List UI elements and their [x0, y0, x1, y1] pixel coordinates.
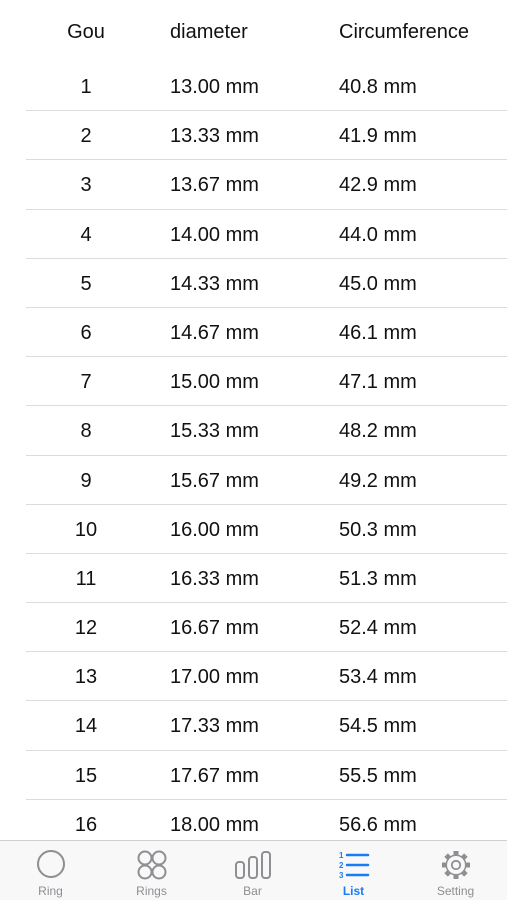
tab-rings[interactable]: Rings	[101, 841, 202, 901]
tab-label-setting: Setting	[436, 884, 475, 898]
table-row[interactable]: 1 13.00 mm 40.8 mm	[0, 62, 507, 112]
cell-circumference: 42.9 mm	[339, 174, 417, 197]
gear-icon	[440, 849, 472, 886]
tab-label-ring: Ring	[38, 884, 63, 898]
tab-list[interactable]: 1 2 3 List	[303, 841, 404, 901]
cell-diameter: 13.00 mm	[170, 76, 259, 98]
cell-gou: 6	[80, 321, 92, 344]
cell-gou: 4	[80, 223, 92, 246]
table-row[interactable]: 16 18.00 mm 56.6 mm	[0, 800, 507, 840]
cell-circumference: 45.0 mm	[339, 272, 417, 295]
cell-circumference: 53.4 mm	[339, 666, 417, 689]
table-row[interactable]: 12 16.67 mm 52.4 mm	[0, 603, 507, 653]
cell-diameter: 15.00 mm	[170, 371, 259, 394]
cell-gou: 13	[74, 666, 98, 689]
cell-diameter: 16.33 mm	[170, 567, 259, 590]
cell-gou: 11	[75, 567, 97, 590]
cell-circumference: 56.6 mm	[339, 813, 417, 836]
svg-text:1: 1	[339, 851, 344, 860]
svg-text:2: 2	[339, 861, 344, 870]
table-header: Gou diameter Circumference	[0, 0, 507, 62]
table-row[interactable]: 7 15.00 mm 47.1 mm	[0, 357, 507, 407]
table-row[interactable]: 2 13.33 mm 41.9 mm	[0, 111, 507, 161]
cell-diameter: 14.33 mm	[170, 272, 259, 295]
size-table[interactable]: 1 13.00 mm 40.8 mm 2 13.33 mm 41.9 mm 3 13.67 m…	[0, 62, 507, 840]
cell-diameter: 15.67 mm	[170, 469, 259, 492]
column-header-diameter: diameter	[170, 21, 248, 43]
cell-circumference: 40.8 mm	[339, 76, 417, 98]
cell-gou: 9	[80, 469, 92, 492]
svg-text:3: 3	[339, 871, 344, 880]
cell-gou: 15	[74, 764, 98, 787]
table-row[interactable]: 15 17.67 mm 55.5 mm	[0, 751, 507, 801]
cell-gou: 8	[80, 420, 92, 443]
tab-label-list: List	[342, 884, 365, 898]
cell-circumference: 48.2 mm	[339, 420, 417, 443]
cell-diameter: 18.00 mm	[170, 813, 259, 836]
column-header-circumference: Circumference	[339, 21, 470, 43]
cell-circumference: 41.9 mm	[339, 125, 417, 148]
cell-gou: 5	[80, 272, 92, 295]
tab-bar-chart[interactable]: Bar	[202, 841, 303, 901]
tab-label-bar: Bar	[243, 884, 262, 898]
cell-diameter: 17.67 mm	[170, 764, 259, 787]
table-row[interactable]: 14 17.33 mm 54.5 mm	[0, 701, 507, 751]
tab-label-rings: Rings	[136, 884, 167, 898]
cell-circumference: 55.5 mm	[339, 764, 417, 787]
cell-diameter: 13.33 mm	[170, 125, 259, 148]
cell-diameter: 17.33 mm	[170, 715, 259, 738]
cell-diameter: 14.67 mm	[170, 321, 259, 344]
cell-circumference: 52.4 mm	[339, 617, 417, 640]
cell-gou: 12	[74, 617, 98, 640]
cell-gou: 3	[80, 174, 92, 197]
cell-diameter: 16.67 mm	[170, 617, 259, 640]
table-row[interactable]: 4 14.00 mm 44.0 mm	[0, 210, 507, 259]
cell-circumference: 50.3 mm	[339, 518, 417, 541]
cell-diameter: 16.00 mm	[170, 518, 259, 541]
column-header-gou: Gou	[67, 21, 105, 43]
table-row[interactable]: 3 13.67 mm 42.9 mm	[0, 160, 507, 210]
table-row[interactable]: 5 14.33 mm 45.0 mm	[0, 259, 507, 309]
cell-gou: 16	[74, 813, 98, 836]
tab-ring[interactable]: Ring	[0, 841, 101, 901]
table-row[interactable]: 13 17.00 mm 53.4 mm	[0, 652, 507, 702]
cell-gou: 7	[80, 371, 92, 394]
table-row[interactable]: 8 15.33 mm 48.2 mm	[0, 406, 507, 456]
cell-diameter: 13.67 mm	[170, 174, 259, 197]
numbered-list-icon: 1 2 3	[338, 849, 370, 886]
table-row[interactable]: 11 16.33 mm 51.3 mm	[0, 554, 507, 604]
bars-icon	[234, 849, 272, 886]
tab-setting[interactable]: Setting	[404, 841, 507, 901]
table-row[interactable]: 10 16.00 mm 50.3 mm	[0, 505, 507, 555]
cell-circumference: 47.1 mm	[339, 371, 417, 394]
cell-circumference: 49.2 mm	[339, 469, 417, 492]
circle-icon	[35, 849, 67, 886]
cell-diameter: 17.00 mm	[170, 666, 259, 689]
cell-circumference: 44.0 mm	[339, 223, 417, 246]
four-circles-icon	[136, 849, 168, 886]
cell-gou: 14	[74, 715, 98, 738]
cell-gou: 2	[80, 125, 92, 148]
cell-circumference: 54.5 mm	[339, 715, 417, 738]
cell-gou: 10	[74, 518, 98, 541]
table-row[interactable]: 6 14.67 mm 46.1 mm	[0, 308, 507, 358]
cell-circumference: 46.1 mm	[339, 321, 417, 344]
cell-diameter: 15.33 mm	[170, 420, 259, 443]
cell-gou: 1	[80, 76, 92, 98]
tab-bar: Ring Rings Bar 1 2 3 List Setting	[0, 840, 507, 900]
cell-diameter: 14.00 mm	[170, 223, 259, 246]
table-row[interactable]: 9 15.67 mm 49.2 mm	[0, 456, 507, 505]
cell-circumference: 51.3 mm	[339, 567, 417, 590]
